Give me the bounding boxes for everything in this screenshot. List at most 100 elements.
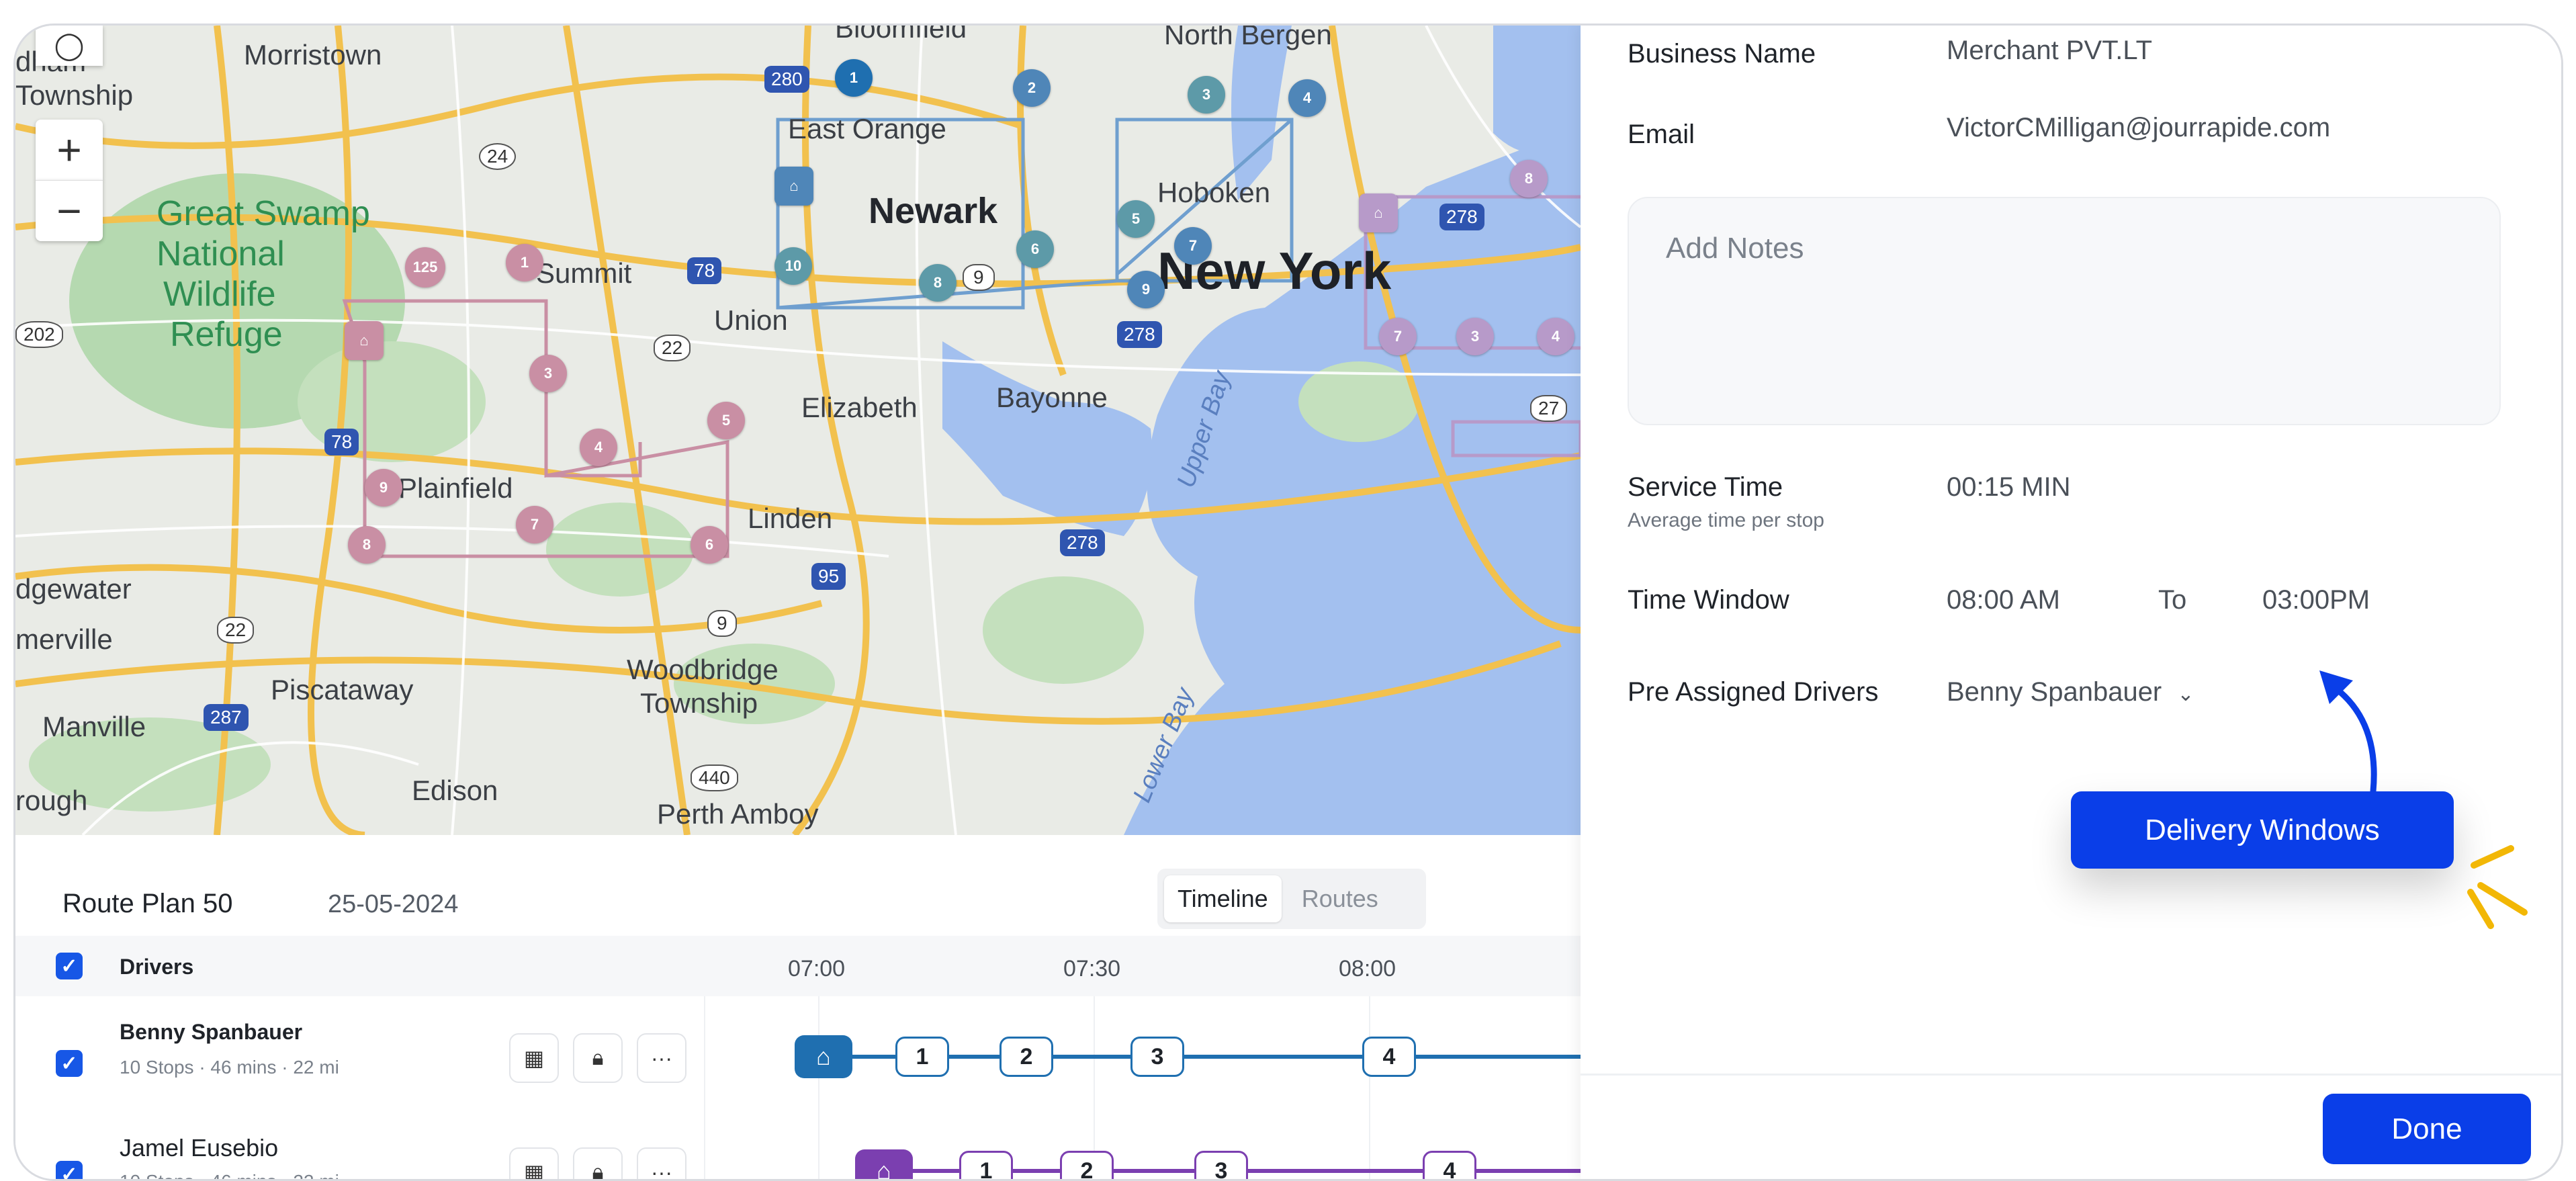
app-window: Morristown dham Township Bloomfield Nort… [13,24,2563,1181]
shield-22: 22 [654,335,691,361]
shield-78-jersey: 278 [1117,321,1162,348]
map-marker-violet-8[interactable]: 8 [1510,160,1548,198]
driver-duration: 46 mins [210,1171,276,1179]
map-marker-pink-6[interactable]: 6 [691,526,728,564]
pre-assigned-drivers-select[interactable]: Benny Spanbauer ⌄ [1947,677,2194,707]
delivery-windows-button[interactable]: Delivery Windows [2071,791,2454,869]
business-name-label: Business Name [1628,39,1816,69]
map-label-wildlife: Wildlife [163,275,276,314]
map-marker-depot-blue[interactable]: 1 [835,59,873,97]
map-label-linden: Linden [748,502,833,534]
map-marker-6[interactable]: 6 [1016,230,1054,268]
timeline-stop[interactable]: 4 [1423,1151,1476,1179]
shield-27: 27 [1530,395,1568,422]
driver-checkbox[interactable]: ✓ [56,1050,83,1077]
home-icon[interactable]: ⌂ [855,1149,913,1179]
map-marker-10[interactable]: 10 [774,247,812,285]
map-marker-pink-4[interactable]: 4 [580,429,617,466]
time-window-to-label: To [2158,585,2187,615]
timeline-stop[interactable]: 2 [1060,1151,1114,1179]
map-marker-violet-3[interactable]: 3 [1456,318,1494,355]
zoom-out-button[interactable]: − [36,180,103,241]
lock-icon[interactable]: 🔒︎ [573,1033,623,1083]
tab-routes[interactable]: Routes [1288,875,1392,922]
driver-name: Benny Spanbauer [120,1020,303,1044]
map-label-elizabeth: Elizabeth [801,392,918,423]
lasso-tool-icon[interactable]: ◯ [36,26,103,66]
map-label-bayonne: Bayonne [996,382,1108,413]
map-marker-pink-5[interactable]: 5 [707,402,745,439]
map-marker-pink-7[interactable]: 7 [516,506,553,543]
driver-row[interactable]: ✓ Jamel Eusebio 10 Stops · 46 mins · 22 … [15,1110,1581,1179]
driver-stats: 10 Stops · 46 mins · 22 mi [120,1171,339,1179]
more-options-button[interactable]: ··· [637,1147,686,1179]
service-time-value[interactable]: 00:15 MIN [1947,472,2071,502]
map-label-great-swamp: Great Swamp [157,194,370,233]
map-label-woodbridge: Woodbridge [627,654,779,685]
map-label-rough: rough [15,785,88,816]
map-label-east-orange: East Orange [788,113,946,144]
calendar-icon[interactable]: ▦ [509,1147,559,1179]
route-plan-title: Route Plan 50 [62,889,233,918]
map-marker-2[interactable]: 2 [1013,69,1051,107]
map-label-plainfield: Plainfield [398,472,513,504]
map-marker-pink-3[interactable]: 3 [529,355,567,392]
map-marker-3[interactable]: 3 [1188,76,1225,114]
stop-details-panel: Business Name Merchant PVT.LT Email Vict… [1581,26,2561,1179]
map-marker-violet-4[interactable]: 4 [1537,318,1574,355]
map-marker-violet-7[interactable]: 7 [1379,318,1417,355]
timeline-stop[interactable]: 4 [1362,1037,1416,1077]
select-all-checkbox[interactable]: ✓ [56,953,83,979]
shield-9-south: 9 [707,610,737,637]
shield-24: 24 [479,143,517,170]
map-marker-home-violet[interactable]: ⌂ [1359,193,1398,232]
map-marker-pink-9[interactable]: 9 [365,469,402,507]
time-window-label: Time Window [1628,585,1789,615]
home-icon[interactable]: ⌂ [795,1035,852,1078]
zoom-in-button[interactable]: + [36,120,103,180]
map-label-national: National [157,234,285,273]
more-options-button[interactable]: ··· [637,1033,686,1083]
shield-22-west: 22 [217,617,255,644]
time-window-from[interactable]: 08:00 AM [1947,585,2060,615]
map-marker-5[interactable]: 5 [1117,200,1155,238]
map-marker-9[interactable]: 9 [1127,271,1165,308]
lock-icon[interactable]: 🔒︎ [573,1147,623,1179]
shield-78-west: 78 [324,429,359,455]
map-label-merville: merville [15,623,113,655]
shield-78-east: 78 [687,257,722,284]
map-marker-pink-8[interactable]: 8 [348,526,386,564]
timeline-stop[interactable]: 1 [959,1151,1013,1179]
email-label: Email [1628,120,1695,149]
driver-checkbox[interactable]: ✓ [56,1161,83,1179]
drivers-column-header: Drivers [120,955,194,979]
time-tick-0700: 07:00 [788,956,846,981]
separator: · [199,1171,205,1179]
timeline-stop[interactable]: 3 [1194,1151,1248,1179]
done-button[interactable]: Done [2323,1094,2531,1164]
timeline-stop[interactable]: 1 [895,1037,949,1077]
calendar-icon[interactable]: ▦ [509,1033,559,1083]
sparkle-icon [2467,845,2528,929]
driver-distance: 22 mi [293,1057,339,1078]
driver-name: Jamel Eusebio [120,1134,279,1162]
map-label-dgewater: dgewater [15,573,132,605]
route-map[interactable]: Morristown dham Township Bloomfield Nort… [15,26,1581,835]
map-marker-pink-1[interactable]: 1 [506,244,543,281]
map-marker-4[interactable]: 4 [1288,79,1326,117]
map-marker-home-pink[interactable]: ⌂ [345,321,384,360]
separator: · [199,1057,206,1078]
map-marker-7[interactable]: 7 [1174,227,1212,265]
panel-footer-divider [1581,1074,2561,1076]
add-notes-input[interactable] [1628,197,2501,425]
map-marker-home-blue[interactable]: ⌂ [774,167,813,206]
map-label-manville: Manville [42,711,146,742]
driver-row[interactable]: ✓ Benny Spanbauer 10 Stops · 46 mins · 2… [15,1003,1581,1107]
map-label-union: Union [714,304,788,336]
time-window-to[interactable]: 03:00PM [2262,585,2370,615]
map-marker-8[interactable]: 8 [919,264,957,302]
timeline-stop[interactable]: 2 [1000,1037,1053,1077]
timeline-stop[interactable]: 3 [1130,1037,1184,1077]
map-marker-125[interactable]: 125 [405,247,445,288]
tab-timeline[interactable]: Timeline [1164,875,1282,922]
